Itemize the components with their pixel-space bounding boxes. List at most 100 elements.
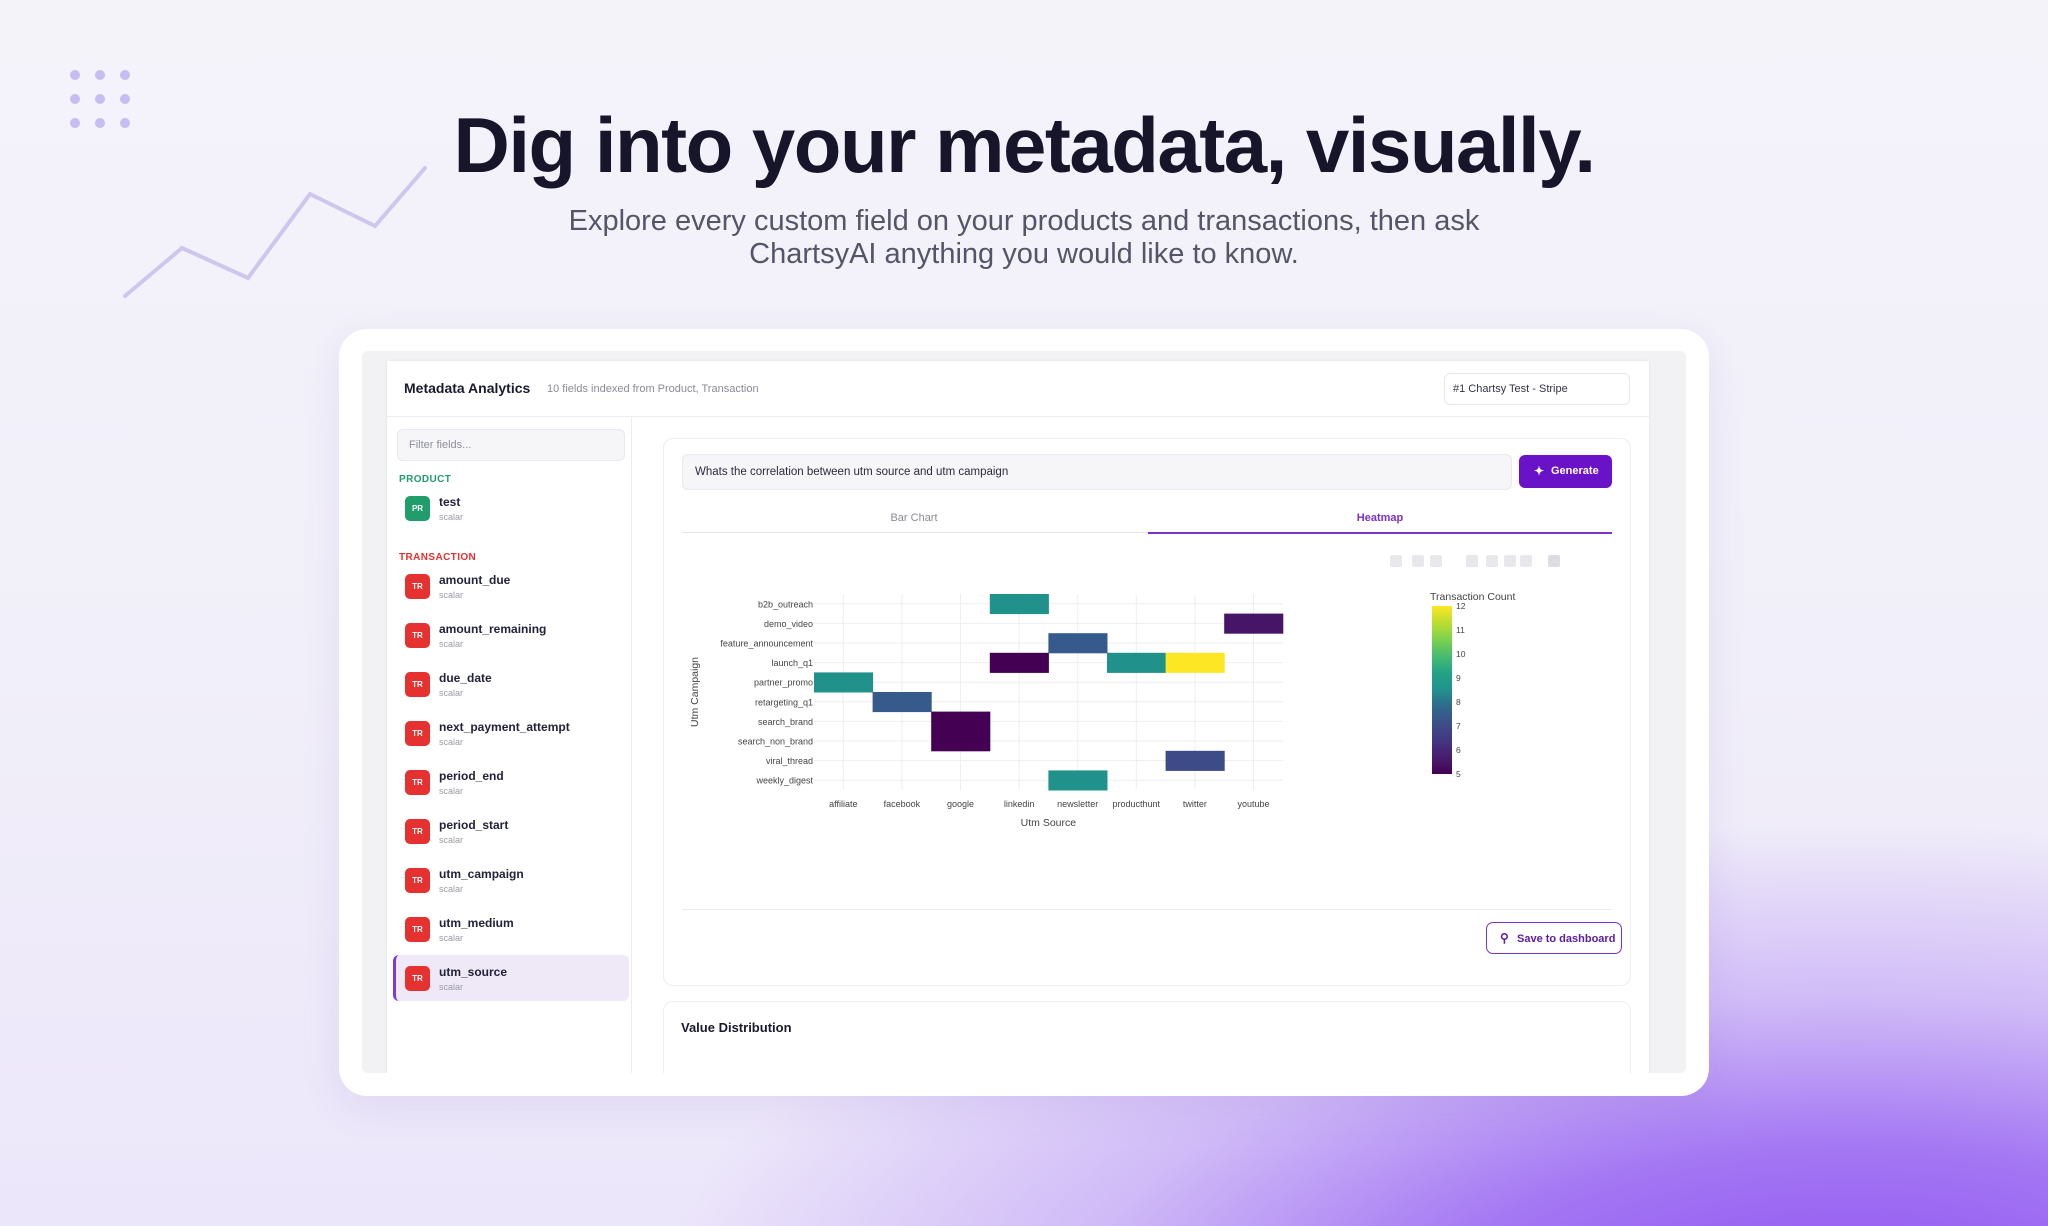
pan-icon[interactable] <box>1430 555 1442 567</box>
heatmap-cell <box>1224 613 1284 634</box>
field-badge: TR <box>405 574 430 599</box>
field-type: scalar <box>439 835 464 845</box>
tab-underline <box>682 532 1148 533</box>
colorbar-title: Transaction Count <box>1430 591 1515 603</box>
field-name: due_date <box>439 671 492 685</box>
field-badge: PR <box>405 496 430 521</box>
y-axis-title: Utm Campaign <box>689 657 701 727</box>
x-tick-label: producthunt <box>1113 799 1161 809</box>
field-item-amount-remaining[interactable]: TR amount_remainingscalar <box>393 612 629 658</box>
field-item-utm-campaign[interactable]: TR utm_campaign scalar <box>393 857 629 903</box>
field-type: scalar <box>439 737 464 747</box>
field-item-amount-due[interactable]: TR amount_duescalar <box>393 563 629 609</box>
x-tick-label: twitter <box>1183 799 1207 809</box>
x-tick-label: youtube <box>1237 799 1269 809</box>
zoom-in-icon[interactable] <box>1466 555 1478 567</box>
card-divider <box>682 909 1612 910</box>
y-tick-label: search_non_brand <box>738 737 813 747</box>
colorbar-tick-label: 8 <box>1456 697 1461 707</box>
x-tick-label: facebook <box>884 799 921 809</box>
value-distribution-card: Value Distribution <box>663 1001 1631 1073</box>
field-badge: TR <box>405 721 430 746</box>
hero-subtitle: Explore every custom field on your produ… <box>524 205 1524 271</box>
generate-button[interactable]: ✦ Generate <box>1519 455 1612 488</box>
y-tick-label: viral_thread <box>766 756 813 766</box>
heatmap-cell <box>989 652 1049 673</box>
app-header: Metadata Analytics 10 fields indexed fro… <box>387 361 1649 417</box>
y-tick-label: demo_video <box>764 619 813 629</box>
field-type: scalar <box>439 933 464 943</box>
heatmap-cell <box>1165 652 1225 673</box>
colorbar-tick-label: 10 <box>1456 649 1466 659</box>
zoom-icon[interactable] <box>1412 555 1424 567</box>
hero-title: Dig into your metadata, visually. <box>453 101 1597 189</box>
field-type: scalar <box>439 512 464 522</box>
heatmap-cell <box>1048 633 1108 654</box>
save-to-dashboard-button[interactable]: ⚲ Save to dashboard <box>1486 922 1622 954</box>
field-name: utm_medium <box>439 916 514 930</box>
field-item-test[interactable]: PR test scalar <box>393 485 629 531</box>
field-item-period-end[interactable]: TR period_endscalar <box>393 759 629 805</box>
query-input[interactable]: Whats the correlation between utm source… <box>682 454 1512 490</box>
group-label-product: PRODUCT <box>399 474 452 485</box>
heatmap-cell <box>989 594 1049 615</box>
field-badge: TR <box>405 672 430 697</box>
field-name: period_start <box>439 818 509 832</box>
y-tick-label: search_brand <box>758 717 813 727</box>
heatmap-cell <box>872 692 932 713</box>
datasource-select[interactable]: #1 Chartsy Test - Stripe <box>1444 373 1630 405</box>
group-label-transaction: TRANSACTION <box>399 552 477 563</box>
field-item-due-date[interactable]: TR due_datescalar <box>393 661 629 707</box>
field-badge: TR <box>405 819 430 844</box>
chart-card: Whats the correlation between utm source… <box>663 438 1631 986</box>
tab-underline <box>1148 532 1612 534</box>
field-item-period-start[interactable]: TR period_startscalar <box>393 808 629 854</box>
heatmap-chart: b2b_outreach demo_video feature_announceme… <box>689 591 1515 829</box>
field-item-utm-source[interactable]: TR utm_source scalar <box>393 955 629 1001</box>
filter-fields-input[interactable]: Filter fields... <box>397 429 625 461</box>
page-subtitle: 10 fields indexed from Product, Transact… <box>547 383 759 395</box>
tab-bar-chart[interactable]: Bar Chart <box>682 512 1146 524</box>
field-type: scalar <box>439 884 464 894</box>
field-item-next-payment-attempt[interactable]: TR next_payment_attempt scalar <box>393 710 629 756</box>
autoscale-icon[interactable] <box>1504 555 1516 567</box>
save-label: Save to dashboard <box>1517 933 1616 945</box>
heatmap-cell <box>931 731 991 752</box>
x-tick-label: google <box>947 799 974 809</box>
x-axis-title: Utm Source <box>1021 817 1077 829</box>
field-name: period_end <box>439 769 504 783</box>
y-tick-label: partner_promo <box>754 678 813 688</box>
field-type: scalar <box>439 688 464 698</box>
field-name: amount_remaining <box>439 622 547 636</box>
heatmap-cell <box>931 711 991 732</box>
field-badge: TR <box>405 868 430 893</box>
heatmap-cell <box>1107 652 1167 673</box>
x-tick-label: newsletter <box>1057 799 1098 809</box>
colorbar-tick-label: 5 <box>1456 769 1461 779</box>
value-distribution-title: Value Distribution <box>681 1020 792 1035</box>
field-type: scalar <box>439 982 464 992</box>
colorbar-tick-label: 9 <box>1456 673 1461 683</box>
screenshot-frame: Metadata Analytics 10 fields indexed fro… <box>339 329 1709 1096</box>
zoom-out-icon[interactable] <box>1486 555 1498 567</box>
y-tick-label: b2b_outreach <box>758 599 813 609</box>
field-type: scalar <box>439 639 464 649</box>
plotly-logo-icon <box>1548 555 1560 567</box>
page-title: Metadata Analytics <box>404 380 531 396</box>
field-badge: TR <box>405 623 430 648</box>
heatmap-cell <box>1048 770 1108 791</box>
field-type: scalar <box>439 786 464 796</box>
fields-sidebar: Filter fields... PRODUCT TRANSACTION PR tes… <box>387 417 632 1073</box>
field-badge: TR <box>405 770 430 795</box>
colorbar <box>1432 606 1452 774</box>
colorbar-tick-label: 12 <box>1456 601 1466 611</box>
tab-heatmap[interactable]: Heatmap <box>1148 512 1612 524</box>
colorbar-tick-label: 11 <box>1456 625 1465 635</box>
camera-icon[interactable] <box>1390 555 1402 567</box>
field-type: scalar <box>439 590 464 600</box>
field-name: amount_due <box>439 573 511 587</box>
sparkle-icon: ✦ <box>1534 464 1545 478</box>
reset-axes-icon[interactable] <box>1520 555 1532 567</box>
field-item-utm-medium[interactable]: TR utm_medium scalar <box>393 906 629 952</box>
app-window: Metadata Analytics 10 fields indexed fro… <box>387 361 1649 1073</box>
